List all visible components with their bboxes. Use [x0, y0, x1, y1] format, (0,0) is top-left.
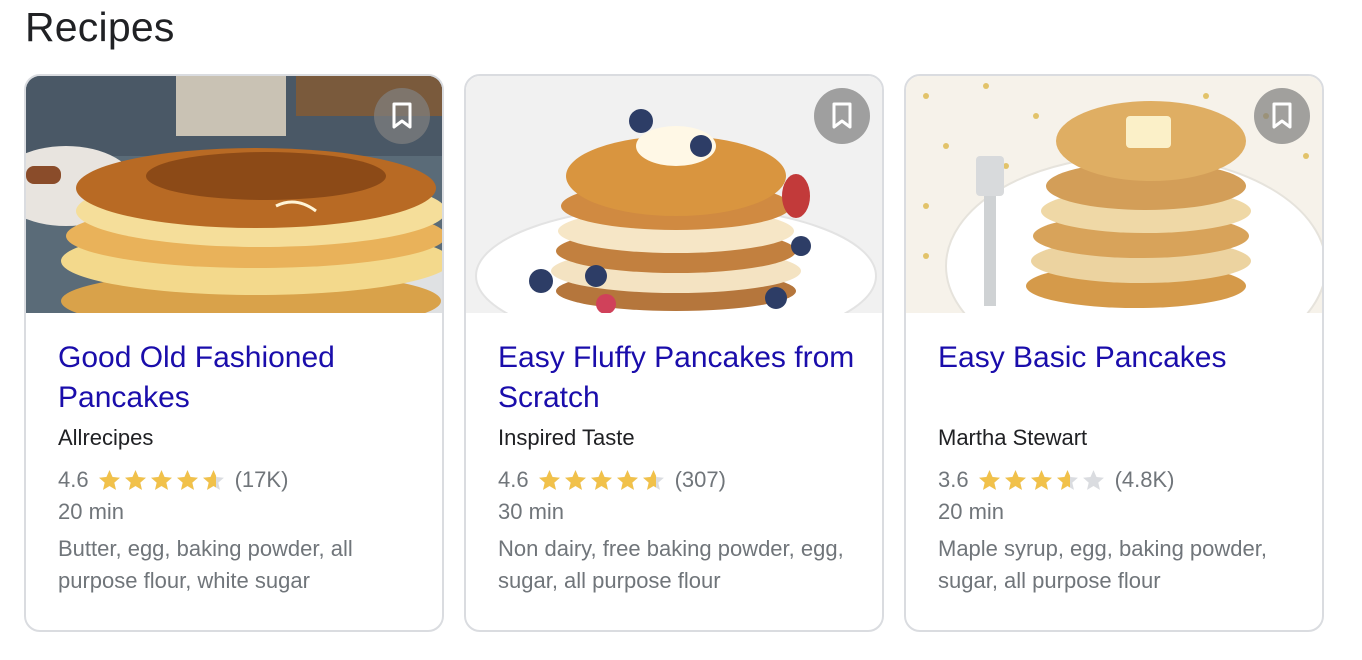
recipe-card[interactable]: Easy Basic Pancakes Martha Stewart 3.6 (… — [904, 74, 1324, 632]
star-icon — [590, 469, 612, 490]
bookmark-icon — [832, 102, 852, 129]
rating-value: 4.6 — [58, 467, 89, 492]
recipe-title[interactable]: Easy Fluffy Pancakes from Scratch — [498, 338, 858, 418]
save-recipe-button[interactable] — [374, 88, 430, 144]
recipe-source: Martha Stewart — [938, 425, 1088, 450]
recipe-card[interactable]: Easy Fluffy Pancakes from Scratch Inspir… — [464, 74, 884, 632]
ingredients: Maple syrup, egg, baking powder, sugar, … — [938, 536, 1267, 593]
recipe-source: Inspired Taste — [498, 425, 635, 450]
cook-time: 20 min — [938, 499, 1005, 524]
star-icon — [1082, 469, 1104, 490]
ingredients: Non dairy, free baking powder, egg, suga… — [498, 536, 844, 593]
ingredients: Butter, egg, baking powder, all purpose … — [58, 536, 353, 593]
recipe-title[interactable]: Good Old Fashioned Pancakes — [58, 338, 418, 418]
review-count: (17K) — [234, 467, 289, 492]
rating-row: 4.6 (307) — [498, 465, 858, 495]
star-rating — [97, 468, 227, 493]
recipe-source: Allrecipes — [58, 425, 154, 450]
cook-time: 30 min — [498, 499, 565, 524]
star-icon — [1030, 469, 1052, 490]
rating-row: 4.6 (17K) — [58, 465, 418, 495]
star-icon — [98, 469, 120, 490]
save-recipe-button[interactable] — [1254, 88, 1310, 144]
star-icon — [150, 469, 172, 490]
star-icon — [1056, 469, 1078, 490]
star-icon — [176, 469, 198, 490]
star-icon — [978, 469, 1000, 490]
star-icon — [564, 469, 586, 490]
star-icon — [616, 469, 638, 490]
bookmark-icon — [1272, 102, 1292, 129]
bookmark-icon — [392, 102, 412, 129]
star-icon — [538, 469, 560, 490]
star-icon — [1004, 469, 1026, 490]
star-icon — [124, 469, 146, 490]
star-icon — [202, 469, 224, 490]
review-count: (307) — [674, 467, 726, 492]
rating-value: 3.6 — [938, 467, 969, 492]
recipe-title[interactable]: Easy Basic Pancakes — [938, 338, 1298, 418]
star-rating — [977, 468, 1107, 493]
star-icon — [642, 469, 664, 490]
section-title: Recipes — [25, 4, 175, 50]
recipe-card[interactable]: Good Old Fashioned Pancakes Allrecipes 4… — [24, 74, 444, 632]
rating-value: 4.6 — [498, 467, 529, 492]
cook-time: 20 min — [58, 499, 125, 524]
save-recipe-button[interactable] — [814, 88, 870, 144]
rating-row: 3.6 (4.8K) — [938, 465, 1298, 495]
star-rating — [537, 468, 667, 493]
review-count: (4.8K) — [1114, 467, 1175, 492]
